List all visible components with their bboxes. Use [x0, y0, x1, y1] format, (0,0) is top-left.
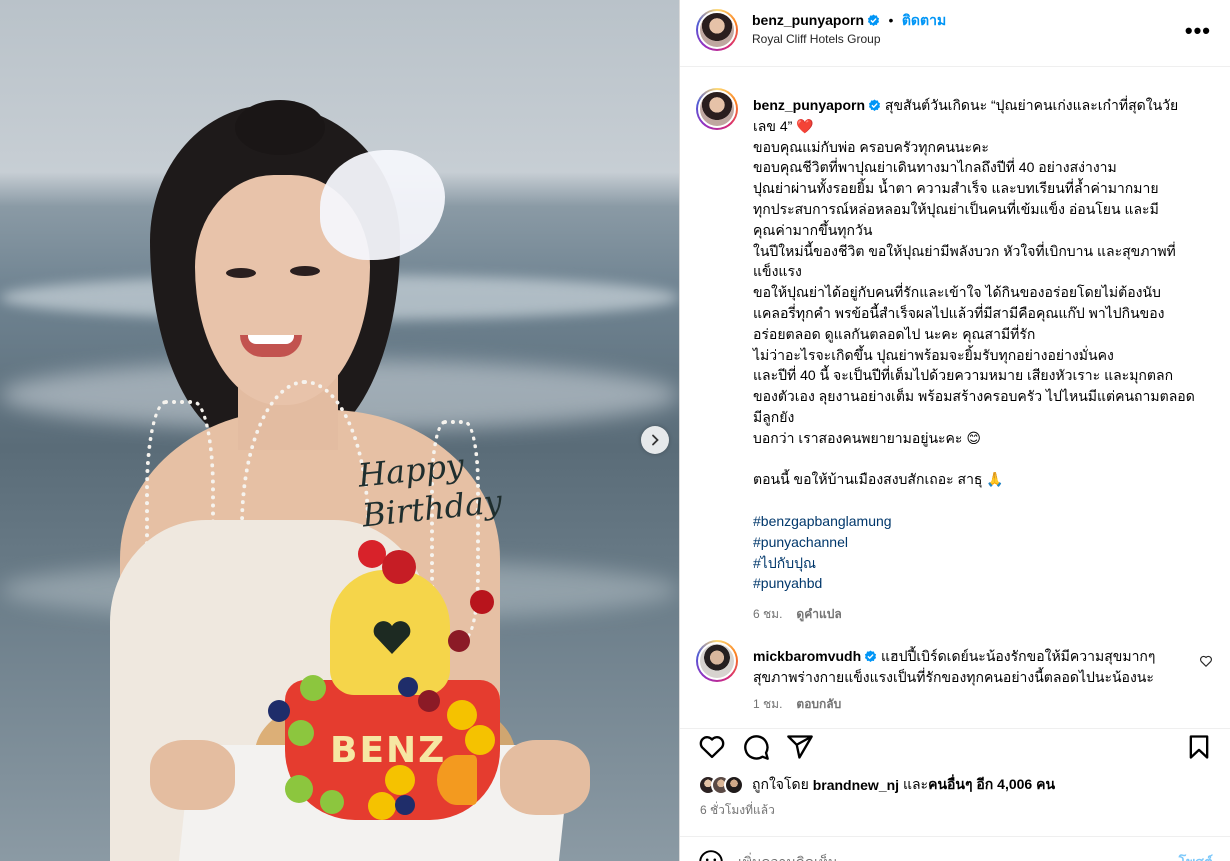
- comment-meta: 1 ชม. ตอบกลับ: [753, 694, 1193, 715]
- header-user-row: benz_punyaporn • ติดตาม: [752, 10, 946, 32]
- blueberry: [395, 795, 415, 815]
- like-comment-icon[interactable]: [1199, 654, 1213, 668]
- hand: [500, 740, 590, 815]
- liker-avatar: [724, 775, 744, 795]
- hashtag-link[interactable]: #benzgapbanglamung: [753, 511, 1213, 532]
- caption-text: สุขสันต์วันเกิดนะ “ปุณย่าคนเก่งและเก๋าที…: [884, 97, 1179, 113]
- caption-line: ปุณย่าผ่านทั้งรอยยิ้ม น้ำตา ความสำเร็จ แ…: [753, 180, 1159, 197]
- cake-text: BENZ: [330, 730, 447, 771]
- see-translation-button[interactable]: ดูคำแปล: [796, 607, 841, 621]
- caption-line: ขอบคุณชีวิตที่พาปุณย่าเดินทางมาไกลถึงปีท…: [753, 159, 1117, 176]
- grape: [418, 690, 440, 712]
- hashtag-link[interactable]: #punyachannel: [753, 532, 1213, 553]
- hashtag-link[interactable]: #punyahbd: [753, 573, 1213, 594]
- caption-line: อร่อยตลอด ดูแลกันตลอดไป นะคะ คุณสามีที่ร…: [753, 325, 1036, 342]
- caption-line: บอกว่า เราสองคนพยายามอยู่นะคะ 😊: [753, 429, 981, 446]
- eye: [226, 268, 256, 278]
- commenter-avatar[interactable]: [696, 640, 738, 682]
- like-heart-icon[interactable]: [698, 733, 726, 761]
- verified-badge-icon: [868, 99, 881, 111]
- post-actions: [680, 728, 1230, 768]
- yellow-fruit: [465, 725, 495, 755]
- caption-line: คุณค่ามากขึ้นทุกวัน: [753, 221, 873, 238]
- comment-time: 1 ชม.: [753, 696, 783, 711]
- caption-line: และปีที่ 40 นี้ จะเป็นปีที่เต็มไปด้วยควา…: [753, 367, 1174, 384]
- more-options-icon[interactable]: •••: [1185, 18, 1211, 44]
- post-sidebar: benz_punyaporn • ติดตาม Royal Cliff Hote…: [679, 0, 1230, 861]
- hair-bun: [235, 100, 325, 155]
- caption-line: มีลูกยัง: [753, 408, 795, 425]
- comments-scroll-area[interactable]: benz_punyaporn สุขสันต์วันเกิดนะ “ปุณย่า…: [680, 68, 1230, 728]
- likes-others-link[interactable]: คนอื่นๆ อีก 4,006 คน: [928, 774, 1055, 796]
- add-comment-input[interactable]: เพิ่มความคิดเห็น...: [738, 852, 849, 861]
- username-link[interactable]: benz_punyaporn: [752, 12, 864, 28]
- chevron-right-icon: [652, 434, 659, 446]
- comment-text: สุขภาพร่างกายแข็งแรงเป็นที่รักของทุกคนอย…: [753, 668, 1154, 685]
- commenter-username[interactable]: mickbaromvudh: [753, 648, 861, 664]
- liker-username[interactable]: brandnew_nj: [813, 777, 899, 793]
- emoji-icon[interactable]: [698, 849, 724, 861]
- add-comment-bar: เพิ่มความคิดเห็น... โพสต์: [680, 836, 1230, 861]
- caption-avatar[interactable]: [696, 88, 738, 130]
- caption-meta: 6 ชม. ดูคำแปล: [753, 604, 1213, 625]
- post-caption: benz_punyaporn สุขสันต์วันเกิดนะ “ปุณย่า…: [753, 95, 1213, 625]
- caption-line: ตอนนี้ ขอให้บ้านเมืองสงบสักเถอะ สาธุ 🙏: [753, 471, 1004, 488]
- caption-first-line: benz_punyaporn สุขสันต์วันเกิดนะ “ปุณย่า…: [753, 95, 1213, 116]
- post-photo[interactable]: BENZ Happy Birthday: [0, 0, 679, 861]
- verified-badge-icon: [867, 14, 880, 26]
- grape: [448, 630, 470, 652]
- follow-button[interactable]: ติดตาม: [902, 12, 946, 28]
- location-link[interactable]: Royal Cliff Hotels Group: [752, 32, 881, 46]
- caption-time: 6 ชม.: [753, 607, 783, 622]
- caption-line: แคลอรี่ทุกคำ พรข้อนี้สำเร็จผลไปแล้วที่มี…: [753, 304, 1165, 321]
- hair-flower: [320, 150, 445, 260]
- reply-button[interactable]: ตอบกลับ: [796, 697, 841, 711]
- comment-icon[interactable]: [742, 733, 770, 761]
- comment-text: แฮปปี้เบิร์ดเดย์นะน้องรักขอให้มีความสุขม…: [881, 648, 1156, 664]
- yellow-fruit: [368, 792, 396, 820]
- hashtag-link[interactable]: #ไปกับปุณ: [753, 553, 1213, 574]
- green-grape: [320, 790, 344, 814]
- caption-line: เลข 4” ❤️: [753, 117, 814, 134]
- likes-prefix: ถูกใจโดย: [752, 776, 809, 792]
- heart-decoration: [373, 621, 411, 654]
- caption-line: ขอบคุณแม่กับพ่อ ครอบครัวทุกคนนะคะ: [753, 138, 989, 155]
- orange-slice: [437, 755, 477, 805]
- post-header: benz_punyaporn • ติดตาม Royal Cliff Hote…: [680, 0, 1230, 67]
- yellow-fruit: [385, 765, 415, 795]
- blueberry: [268, 700, 290, 722]
- comment: mickbaromvudh แฮปปี้เบิร์ดเดย์นะน้องรักข…: [753, 646, 1193, 714]
- caption-line: ของตัวเอง ลุยงานอย่างเต็ม พร้อมสร้างครอบ…: [753, 388, 1195, 405]
- post-comment-button[interactable]: โพสต์: [1179, 852, 1213, 861]
- share-icon[interactable]: [786, 733, 814, 761]
- caption-line: ไม่ว่าอะไรจะเกิดขึ้น ปุณย่าพร้อมจะยิ้มรั…: [753, 346, 1114, 363]
- caption-line: แข็งแรง: [753, 263, 802, 280]
- caption-line: ทุกประสบการณ์หล่อหลอมให้ปุณย่าเป็นคนที่เ…: [753, 200, 1159, 217]
- avatar[interactable]: [696, 9, 738, 51]
- blueberry: [398, 677, 418, 697]
- green-grape: [285, 775, 313, 803]
- likes-summary: ถูกใจโดย brandnew_nj และ คนอื่นๆ อีก 4,00…: [698, 774, 1055, 796]
- eye: [290, 266, 320, 276]
- strawberry: [382, 550, 416, 584]
- verified-badge-icon: [865, 650, 877, 662]
- strawberry: [470, 590, 494, 614]
- green-grape: [300, 675, 326, 701]
- hand: [150, 740, 235, 810]
- green-grape: [288, 720, 314, 746]
- likes-middle: และ: [902, 776, 929, 792]
- separator-dot: •: [888, 12, 894, 28]
- caption-username[interactable]: benz_punyaporn: [753, 97, 865, 113]
- happy-birthday-topper: Happy Birthday: [356, 445, 504, 535]
- post-timestamp: 6 ชั่วโมงที่แล้ว: [700, 803, 775, 817]
- save-bookmark-icon[interactable]: [1185, 733, 1213, 761]
- next-photo-button[interactable]: [641, 426, 669, 454]
- caption-line: ในปีใหม่นี้ของชีวิต ขอให้ปุณย่ามีพลังบวก…: [753, 242, 1176, 259]
- caption-line: ขอให้ปุณย่าได้อยู่กับคนที่รักและเข้าใจ ไ…: [753, 284, 1161, 301]
